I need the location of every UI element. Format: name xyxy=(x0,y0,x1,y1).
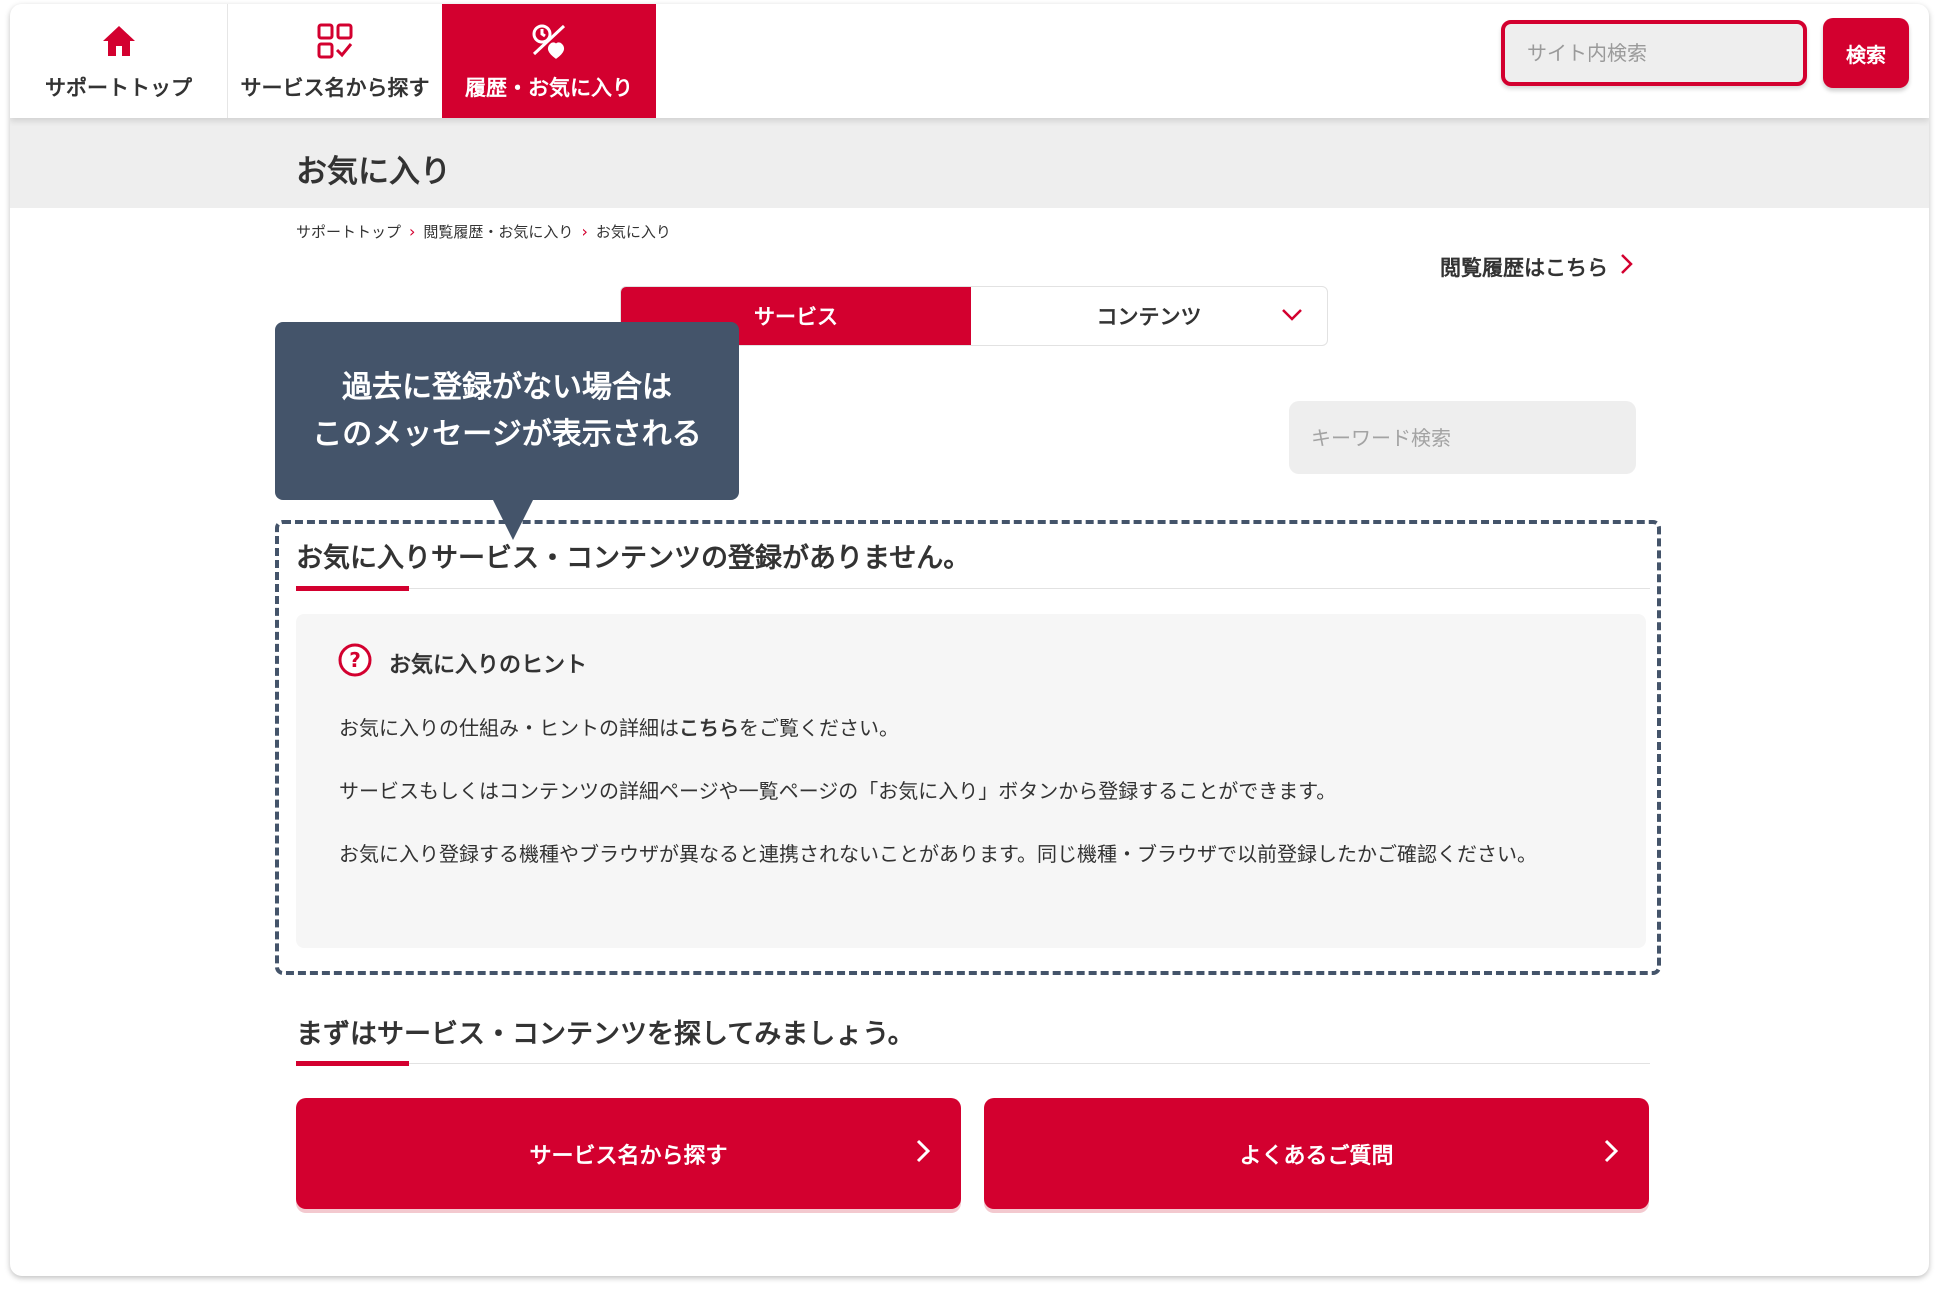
search-by-service-button[interactable]: サービス名から探す xyxy=(296,1098,961,1209)
faq-button-label: よくあるご質問 xyxy=(1239,1143,1394,1169)
nav-search-by-service-label: サービス名から探す xyxy=(240,76,430,100)
tab-contents[interactable]: コンテンツ xyxy=(971,287,1327,345)
nav-support-top[interactable]: サポートトップ xyxy=(10,4,227,118)
favorites-hint-box: ? お気に入りのヒント お気に入りの仕組み・ヒントの詳細はこちらをご覧ください。… xyxy=(296,614,1646,948)
tooltip-line-1: 過去に登録がない場合は xyxy=(342,370,672,405)
explore-heading: まずはサービス・コンテンツを探してみましょう。 xyxy=(296,1019,915,1050)
chevron-right-icon xyxy=(1603,1138,1619,1170)
site-search-box xyxy=(1501,20,1807,86)
keyword-search-input[interactable] xyxy=(1289,401,1636,474)
nav-support-top-label: サポートトップ xyxy=(45,76,192,100)
chevron-right-icon: › xyxy=(581,222,588,241)
tooltip-line-2: このメッセージが表示される xyxy=(312,417,702,452)
hint-title: お気に入りのヒント xyxy=(389,653,588,678)
browsing-history-link[interactable]: 閲覧履歴はこちら xyxy=(1440,252,1634,282)
search-button[interactable]: 検索 xyxy=(1823,18,1909,88)
faq-button[interactable]: よくあるご質問 xyxy=(984,1098,1649,1209)
hint-paragraph-2: サービスもしくはコンテンツの詳細ページや一覧ページの「お気に入り」ボタンから登録… xyxy=(339,779,1337,803)
page-title: お気に入り xyxy=(296,154,451,190)
tab-contents-label: コンテンツ xyxy=(1096,305,1202,329)
breadcrumb: サポートトップ › 閲覧履歴・お気に入り › お気に入り xyxy=(296,221,671,242)
annotation-tooltip: 過去に登録がない場合は このメッセージが表示される xyxy=(275,322,739,540)
section-divider xyxy=(296,588,1650,589)
svg-text:?: ? xyxy=(349,648,361,672)
nav-search-by-service[interactable]: サービス名から探す xyxy=(228,4,442,118)
site-search-input[interactable] xyxy=(1505,24,1803,82)
title-band: お気に入り xyxy=(10,118,1929,208)
section-accent-bar xyxy=(296,1061,409,1066)
question-circle-icon: ? xyxy=(337,642,373,684)
search-by-service-button-label: サービス名から探す xyxy=(529,1143,728,1169)
breadcrumb-support-top[interactable]: サポートトップ xyxy=(296,221,401,242)
hint-header: ? お気に入りのヒント xyxy=(337,642,587,684)
keyword-search-box xyxy=(1289,401,1636,474)
grid-check-icon xyxy=(316,20,354,62)
top-navigation: サポートトップ サービス名から探す 履歴・お気に入り サイト内検索 検索 xyxy=(10,4,1929,118)
browsing-history-link-label: 閲覧履歴はこちら xyxy=(1440,256,1608,280)
hint-paragraph-3: お気に入り登録する機種やブラウザが異なると連携されないことがあります。同じ機種・… xyxy=(339,842,1537,866)
nav-history-favorites[interactable]: 履歴・お気に入り xyxy=(442,4,656,118)
history-favorite-icon xyxy=(529,20,569,62)
home-icon xyxy=(101,20,137,62)
empty-message-heading: お気に入りサービス・コンテンツの登録がありません。 xyxy=(296,543,971,574)
tab-services-label: サービス xyxy=(754,305,838,329)
hint-p1-text-end: をご覧ください。 xyxy=(739,716,899,740)
chevron-right-icon: › xyxy=(409,222,416,241)
breadcrumb-history-favorites[interactable]: 閲覧履歴・お気に入り xyxy=(423,221,573,242)
hint-paragraph-1: お気に入りの仕組み・ヒントの詳細はこちらをご覧ください。 xyxy=(339,708,1629,748)
nav-history-favorites-label: 履歴・お気に入り xyxy=(465,76,633,100)
section-divider xyxy=(296,1063,1650,1064)
hint-details-link[interactable]: こちら xyxy=(679,716,739,740)
chevron-right-icon xyxy=(915,1138,931,1170)
section-accent-bar xyxy=(296,586,409,591)
browser-frame: サポートトップ サービス名から探す 履歴・お気に入り サイト内検索 検索 お気に… xyxy=(10,4,1929,1276)
breadcrumb-current: お気に入り xyxy=(595,223,671,241)
chevron-right-icon xyxy=(1620,253,1634,281)
hint-p1-text: お気に入りの仕組み・ヒントの詳細は xyxy=(339,716,679,740)
chevron-down-icon xyxy=(1281,303,1303,327)
